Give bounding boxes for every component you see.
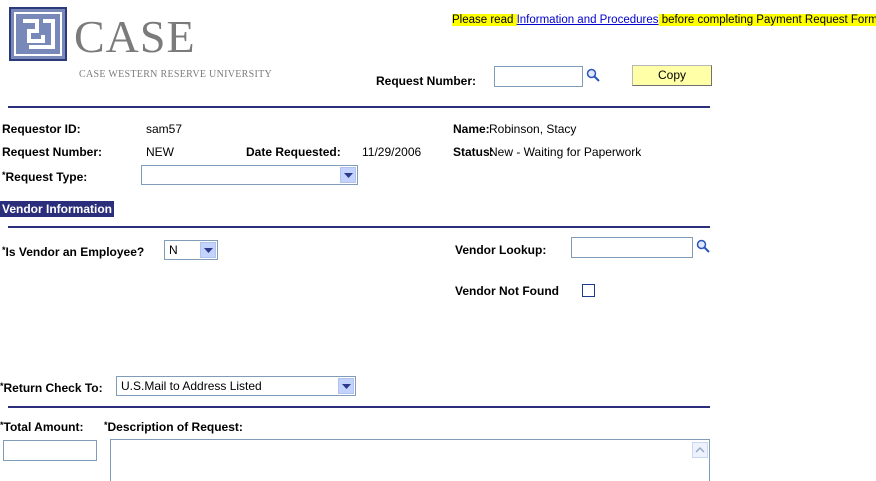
chevron-down-icon[interactable] xyxy=(340,167,356,183)
university-logo: CASE CASE WESTERN RESERVE UNIVERSITY xyxy=(8,6,298,82)
vendor-lookup-label: Vendor Lookup: xyxy=(455,243,547,257)
shield-logo-icon xyxy=(9,7,67,61)
vendor-employee-label: *Is Vendor an Employee? xyxy=(2,245,145,259)
request-number-label: Request Number: xyxy=(2,145,103,159)
status-label: Status: xyxy=(453,145,494,159)
header-divider xyxy=(8,106,710,108)
search-icon[interactable] xyxy=(696,239,710,253)
vendor-not-found-checkbox[interactable] xyxy=(582,284,595,297)
amount-divider xyxy=(8,406,710,408)
description-label: *Description of Request: xyxy=(104,420,243,434)
information-procedures-link[interactable]: Information and Procedures xyxy=(517,14,659,26)
scroll-up-icon[interactable] xyxy=(692,442,708,458)
chevron-down-icon[interactable] xyxy=(200,242,216,258)
notice-suffix: before completing Payment Request Form xyxy=(658,14,876,26)
search-icon[interactable] xyxy=(586,68,600,82)
chevron-down-icon[interactable] xyxy=(338,378,354,394)
notice-banner: Please read Information and Procedures b… xyxy=(452,14,876,26)
copy-button[interactable]: Copy xyxy=(632,65,712,86)
name-value: Robinson, Stacy xyxy=(489,122,577,136)
date-requested-label: Date Requested: xyxy=(246,145,341,159)
vendor-lookup-input[interactable] xyxy=(571,237,693,258)
logo-subtitle: CASE WESTERN RESERVE UNIVERSITY xyxy=(79,69,273,80)
description-textarea[interactable] xyxy=(110,439,710,481)
date-requested-value: 11/29/2006 xyxy=(362,145,422,159)
total-amount-label: *Total Amount: xyxy=(0,420,84,434)
request-type-label: *Request Type: xyxy=(2,170,88,184)
request-number-value: NEW xyxy=(146,145,174,159)
requestor-id-value: sam57 xyxy=(146,122,183,136)
request-number-search-input[interactable] xyxy=(494,66,583,87)
logo-wordmark: CASE xyxy=(74,11,196,62)
search-request-number-label: Request Number: xyxy=(376,74,477,88)
vendor-divider xyxy=(8,226,710,228)
requestor-id-label: Requestor ID: xyxy=(2,122,81,136)
vendor-section-header: Vendor Information xyxy=(0,201,115,217)
request-type-select[interactable] xyxy=(141,165,358,185)
name-label: Name: xyxy=(453,122,490,136)
notice-prefix: Please read xyxy=(452,14,517,26)
return-check-label: *Return Check To: xyxy=(0,381,103,395)
return-check-select[interactable]: U.S.Mail to Address Listed xyxy=(116,376,356,396)
status-value: New - Waiting for Paperwork xyxy=(489,145,642,159)
vendor-employee-select[interactable]: N xyxy=(164,240,218,260)
total-amount-input[interactable] xyxy=(3,440,97,461)
vendor-not-found-label: Vendor Not Found xyxy=(455,284,559,298)
